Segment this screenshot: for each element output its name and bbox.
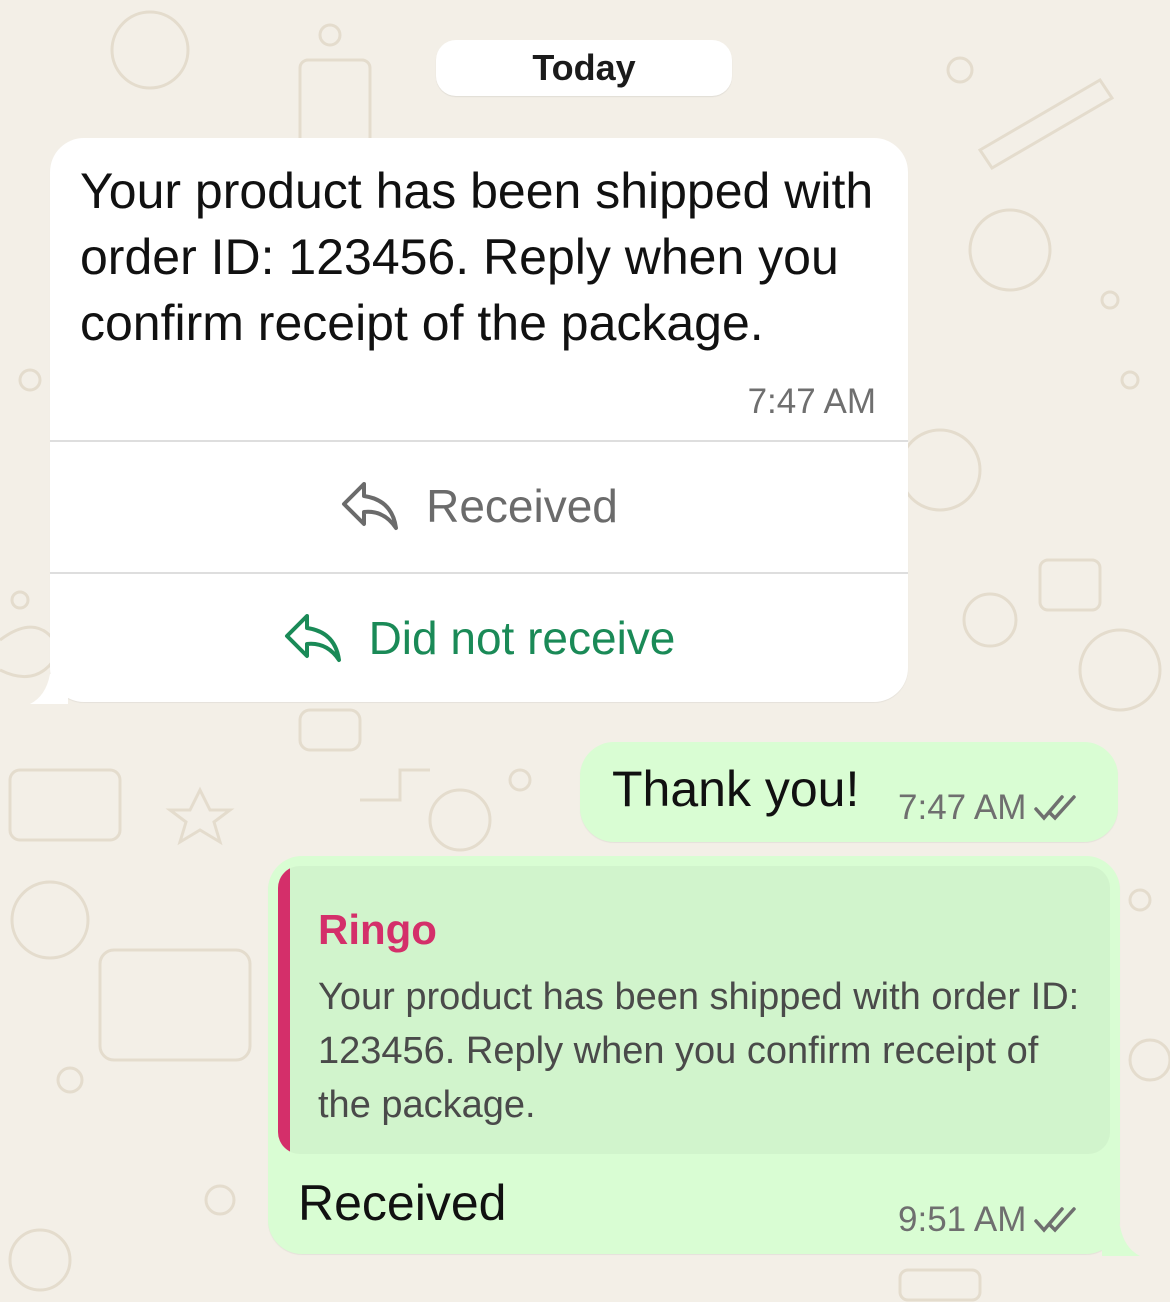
quoted-author: Ringo — [318, 906, 437, 953]
message-timestamp: 9:51 AM — [898, 1200, 1027, 1239]
double-check-icon — [1034, 795, 1077, 821]
reply-icon — [342, 482, 399, 530]
outgoing-reply-bubble[interactable]: Ringo Your product has been shipped with… — [268, 856, 1140, 1256]
date-divider: Today — [436, 40, 732, 96]
quick-reply-received-button[interactable]: Received — [50, 442, 908, 570]
quick-reply-label: Did not receive — [368, 612, 676, 664]
message-text: Received — [298, 1175, 507, 1231]
message-meta: 7:47 AM — [898, 788, 1080, 828]
quoted-message[interactable]: Ringo Your product has been shipped with… — [278, 866, 1110, 1154]
message-text: Thank you! — [612, 761, 860, 817]
message-meta: 9:51 AM — [898, 1200, 1080, 1240]
quick-reply-did-not-receive-button[interactable]: Did not receive — [50, 574, 908, 702]
quoted-text: Your product has been shipped with order… — [318, 976, 1080, 1126]
message-timestamp: 7:47 AM — [747, 382, 876, 421]
quote-accent-bar — [278, 866, 290, 1154]
incoming-message-bubble[interactable]: Your product has been shipped with order… — [30, 138, 908, 704]
bubble-tail — [1102, 1226, 1140, 1256]
outgoing-message-bubble[interactable]: Thank you! 7:47 AM — [580, 742, 1118, 842]
message-text: Your product has been shipped with order… — [80, 163, 874, 351]
double-check-icon — [1034, 1207, 1077, 1233]
quick-reply-label: Received — [426, 480, 618, 532]
reply-icon — [284, 614, 341, 662]
message-timestamp: 7:47 AM — [898, 788, 1027, 827]
